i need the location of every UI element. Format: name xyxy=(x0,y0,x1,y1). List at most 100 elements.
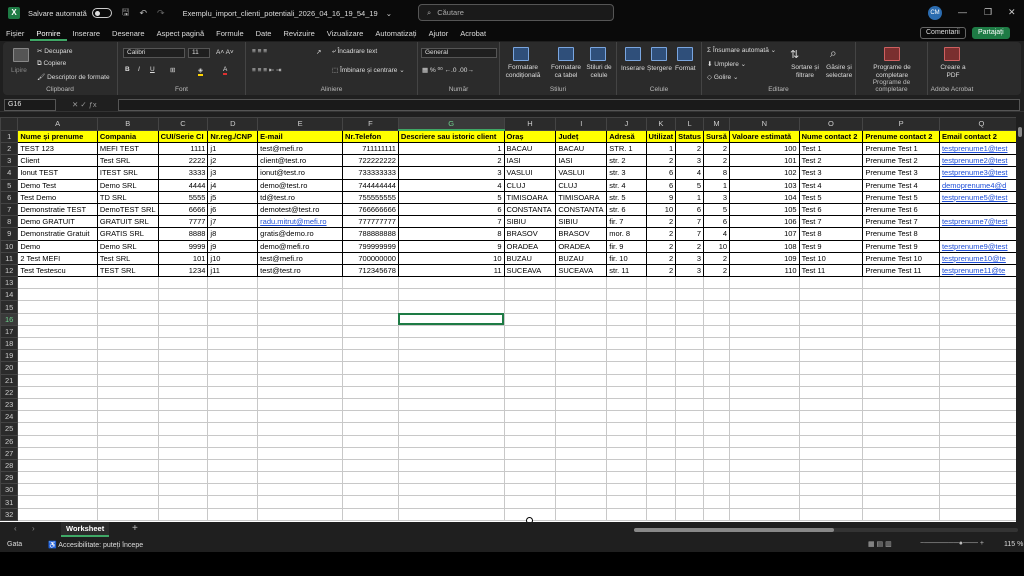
cell[interactable] xyxy=(606,361,647,375)
paste-button[interactable]: Lipire xyxy=(11,67,27,74)
cell[interactable]: 11 xyxy=(397,263,505,278)
delete-cells-button[interactable]: Ștergere xyxy=(647,65,672,72)
cell[interactable] xyxy=(862,410,940,424)
cell[interactable]: 766666666 xyxy=(342,202,399,217)
cell[interactable]: Prenume Test 10 xyxy=(862,251,940,265)
cell[interactable] xyxy=(207,446,259,460)
cell[interactable] xyxy=(342,422,399,436)
cell[interactable] xyxy=(555,410,608,424)
align-top-icon[interactable]: ≡ ≡ ≡ xyxy=(252,48,267,55)
cell[interactable]: 744444444 xyxy=(342,178,399,192)
cell[interactable] xyxy=(729,312,800,326)
cell[interactable] xyxy=(606,410,647,424)
cell[interactable] xyxy=(862,336,940,351)
cell[interactable] xyxy=(503,446,557,460)
cell[interactable] xyxy=(157,446,209,460)
cell[interactable]: Client xyxy=(17,154,98,168)
cell[interactable] xyxy=(555,397,608,412)
cell[interactable] xyxy=(397,471,505,485)
cell[interactable]: Utilizat xyxy=(645,129,677,143)
cell[interactable]: TEST SRL xyxy=(96,263,159,278)
column-header-C[interactable]: C xyxy=(157,117,209,131)
cell[interactable] xyxy=(207,422,259,436)
cell[interactable] xyxy=(862,361,940,375)
cell[interactable] xyxy=(606,312,647,326)
cell[interactable]: Nume contact 2 xyxy=(798,129,864,143)
cell[interactable] xyxy=(207,471,259,485)
row-header[interactable]: 13 xyxy=(0,276,19,290)
cell[interactable] xyxy=(729,373,800,387)
cell[interactable]: j4 xyxy=(207,178,259,192)
cell[interactable]: 10 xyxy=(703,239,731,253)
cell[interactable]: testprenume1@test xyxy=(938,141,1024,156)
cell[interactable] xyxy=(157,422,209,436)
worksheet-grid[interactable]: ABCDEFGHIJKLMNOPQ 1 Nume și prenume Compan… xyxy=(0,117,1024,522)
row-header[interactable]: 3 xyxy=(0,154,19,168)
column-header-B[interactable]: B xyxy=(96,117,159,131)
cell[interactable]: E-mail xyxy=(257,129,344,143)
cell[interactable]: 101 xyxy=(157,251,209,265)
cell[interactable] xyxy=(729,483,800,497)
cell[interactable] xyxy=(645,288,677,302)
cell[interactable] xyxy=(729,276,800,290)
cell[interactable]: Demo Test xyxy=(17,178,98,192)
cell[interactable] xyxy=(257,324,344,339)
cell[interactable]: 1234 xyxy=(157,263,209,278)
cell[interactable]: 3 xyxy=(675,251,705,265)
cell[interactable]: Prenume contact 2 xyxy=(862,129,940,143)
cell[interactable] xyxy=(938,507,1024,521)
menu-item-5[interactable]: Formule xyxy=(210,26,250,41)
menu-item-9[interactable]: Automatizați xyxy=(369,26,422,41)
cell[interactable]: CUI/Serie CI xyxy=(157,129,209,143)
cell[interactable] xyxy=(257,471,344,485)
cell[interactable] xyxy=(938,495,1024,509)
cell[interactable]: SIBIU xyxy=(503,215,557,229)
cell[interactable] xyxy=(729,385,800,399)
formula-input[interactable] xyxy=(118,99,1020,111)
cell[interactable]: j6 xyxy=(207,202,259,217)
cell[interactable]: Test 7 xyxy=(798,215,864,229)
cell[interactable] xyxy=(96,300,159,314)
cell[interactable]: Test 5 xyxy=(798,190,864,204)
cell[interactable] xyxy=(798,483,864,497)
cell[interactable]: ORADEA xyxy=(555,239,608,253)
cell[interactable] xyxy=(342,458,399,473)
cell[interactable]: 6666 xyxy=(157,202,209,217)
cell[interactable] xyxy=(342,276,399,290)
row-header[interactable]: 9 xyxy=(0,227,19,241)
bold-icon[interactable]: B xyxy=(125,66,130,73)
cell[interactable]: test@mefi.ro xyxy=(257,141,344,156)
cut-button[interactable]: ✂ Decupare xyxy=(37,47,72,55)
cell[interactable] xyxy=(938,434,1024,448)
cell[interactable] xyxy=(703,446,731,460)
cell[interactable] xyxy=(645,349,677,363)
cell[interactable]: 6 xyxy=(703,215,731,229)
cell[interactable] xyxy=(675,422,705,436)
cell[interactable] xyxy=(397,324,505,339)
cell[interactable]: 6 xyxy=(397,202,505,217)
cell[interactable] xyxy=(675,483,705,497)
cell[interactable] xyxy=(703,312,731,326)
cell[interactable] xyxy=(503,483,557,497)
cell[interactable] xyxy=(938,300,1024,314)
cell[interactable] xyxy=(257,446,344,460)
cell[interactable]: 2 xyxy=(645,251,677,265)
cell[interactable] xyxy=(729,471,800,485)
cell[interactable] xyxy=(798,312,864,326)
cell[interactable] xyxy=(798,288,864,302)
cell[interactable] xyxy=(606,300,647,314)
cell[interactable]: 1 xyxy=(397,141,505,156)
cell[interactable] xyxy=(606,434,647,448)
cell[interactable]: 2 xyxy=(645,239,677,253)
cell[interactable] xyxy=(798,434,864,448)
cell[interactable] xyxy=(342,410,399,424)
redo-icon[interactable]: ↷ xyxy=(157,8,165,19)
cell[interactable] xyxy=(503,495,557,509)
cell[interactable]: demo@mefi.ro xyxy=(257,239,344,253)
cell[interactable] xyxy=(645,397,677,412)
cell[interactable] xyxy=(207,458,259,473)
cell[interactable]: j2 xyxy=(207,154,259,168)
cell[interactable] xyxy=(798,397,864,412)
sheet-tab-worksheet[interactable]: Worksheet xyxy=(61,522,110,537)
column-header-Q[interactable]: Q xyxy=(938,117,1024,131)
